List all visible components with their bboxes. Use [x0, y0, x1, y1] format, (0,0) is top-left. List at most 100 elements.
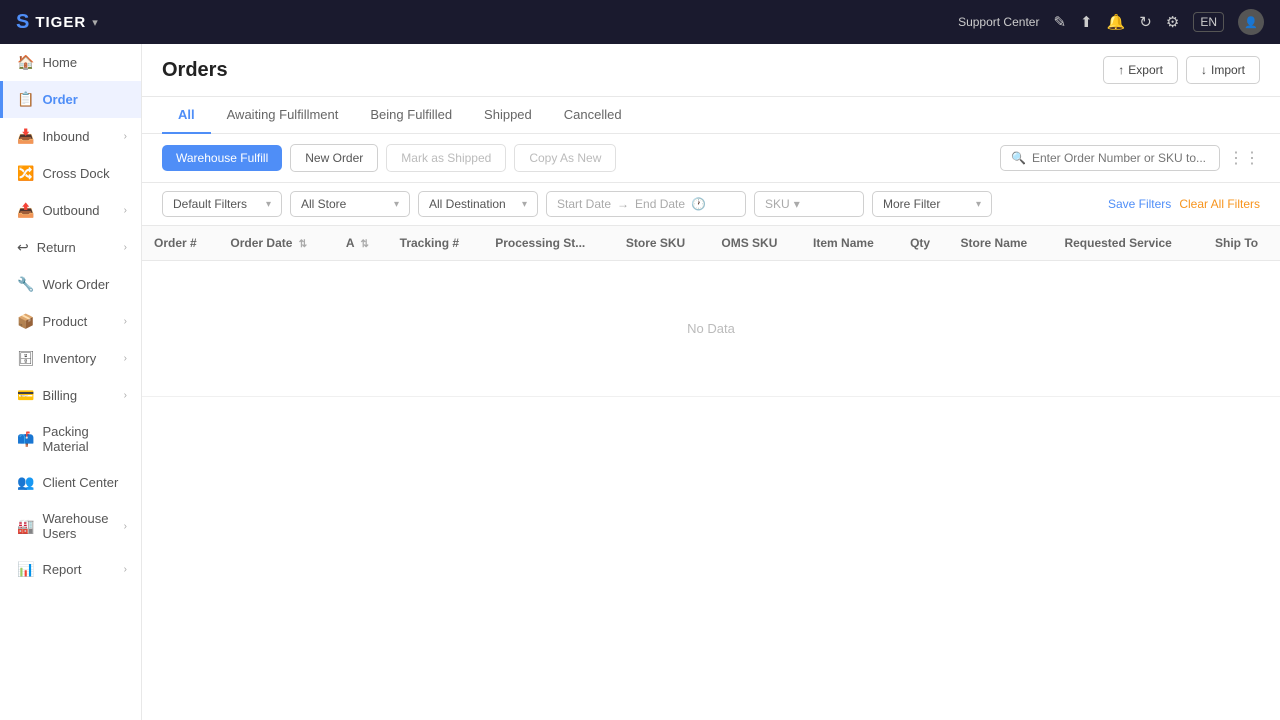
- chevron-down-icon: ›: [124, 316, 127, 327]
- page-title: Orders: [162, 59, 228, 82]
- chevron-down-icon: ›: [124, 564, 127, 575]
- sidebar-item-label: Billing: [42, 388, 77, 403]
- inbound-icon: 📥: [17, 128, 34, 145]
- end-date-placeholder: End Date: [635, 197, 685, 211]
- export-button[interactable]: ↑ Export: [1103, 56, 1178, 84]
- date-separator: →: [617, 197, 629, 211]
- warehouse-fulfill-button[interactable]: Warehouse Fulfill: [162, 145, 282, 171]
- copy-as-new-button[interactable]: Copy As New: [514, 144, 616, 172]
- sidebar-item-order[interactable]: 📋 Order: [0, 81, 141, 118]
- gear-icon[interactable]: ⚙: [1166, 13, 1179, 31]
- default-filter-select[interactable]: Default Filters ▾: [162, 191, 282, 217]
- col-requested-service: Requested Service: [1052, 226, 1203, 261]
- sidebar-item-home[interactable]: 🏠 Home: [0, 44, 141, 81]
- mark-as-shipped-button[interactable]: Mark as Shipped: [386, 144, 506, 172]
- export-icon[interactable]: ⬆: [1080, 13, 1093, 31]
- sidebar-item-billing[interactable]: 💳 Billing ›: [0, 377, 141, 414]
- sidebar-item-label: Work Order: [42, 277, 109, 292]
- packing-icon: 📫: [17, 431, 34, 448]
- col-a[interactable]: A ⇅: [334, 226, 388, 261]
- edit-icon[interactable]: ✎: [1053, 13, 1066, 31]
- sidebar-item-product[interactable]: 📦 Product ›: [0, 303, 141, 340]
- sidebar-item-label: Home: [42, 55, 77, 70]
- bell-icon[interactable]: 🔔: [1107, 13, 1126, 31]
- chevron-down-icon: ›: [124, 131, 127, 142]
- sidebar-item-cross-dock[interactable]: 🔀 Cross Dock: [0, 155, 141, 192]
- sidebar-item-packing-material[interactable]: 📫 Packing Material: [0, 414, 141, 464]
- sidebar-item-label: Inventory: [43, 351, 96, 366]
- col-order-date[interactable]: Order Date ⇅: [218, 226, 333, 261]
- refresh-icon[interactable]: ↻: [1139, 13, 1152, 31]
- main-content: Orders ↑ Export ↓ Import All Awaiting Fu…: [142, 44, 1280, 720]
- more-filter-select[interactable]: More Filter ▾: [872, 191, 992, 217]
- order-icon: 📋: [17, 91, 34, 108]
- filter-label: Default Filters: [173, 197, 247, 211]
- filter-actions: Save Filters Clear All Filters: [1108, 197, 1260, 211]
- chevron-down-icon: ▾: [522, 199, 527, 210]
- table-container: Order # Order Date ⇅ A ⇅ Tracking #: [142, 226, 1280, 720]
- col-store-name: Store Name: [949, 226, 1053, 261]
- tab-awaiting-fulfillment[interactable]: Awaiting Fulfillment: [211, 97, 355, 134]
- avatar[interactable]: 👤: [1238, 9, 1264, 35]
- calendar-icon: 🕐: [691, 197, 706, 211]
- search-box[interactable]: 🔍: [1000, 145, 1220, 171]
- save-filters-link[interactable]: Save Filters: [1108, 197, 1171, 211]
- col-tracking: Tracking #: [388, 226, 484, 261]
- orders-table: Order # Order Date ⇅ A ⇅ Tracking #: [142, 226, 1280, 397]
- sidebar-item-label: Return: [37, 240, 76, 255]
- page-header: Orders ↑ Export ↓ Import: [142, 44, 1280, 97]
- product-icon: 📦: [17, 313, 34, 330]
- tab-cancelled[interactable]: Cancelled: [548, 97, 638, 134]
- tab-all[interactable]: All: [162, 97, 211, 134]
- sidebar-item-inbound[interactable]: 📥 Inbound ›: [0, 118, 141, 155]
- sidebar-item-work-order[interactable]: 🔧 Work Order: [0, 266, 141, 303]
- sidebar-item-warehouse-users[interactable]: 🏭 Warehouse Users ›: [0, 501, 141, 551]
- tabs-bar: All Awaiting Fulfillment Being Fulfilled…: [142, 97, 1280, 134]
- col-order-num: Order #: [142, 226, 218, 261]
- date-filter[interactable]: Start Date → End Date 🕐: [546, 191, 746, 217]
- clear-all-filters-link[interactable]: Clear All Filters: [1179, 197, 1260, 211]
- col-processing-st: Processing St...: [483, 226, 614, 261]
- sidebar-item-client-center[interactable]: 👥 Client Center: [0, 464, 141, 501]
- tab-being-fulfilled[interactable]: Being Fulfilled: [354, 97, 468, 134]
- search-input[interactable]: [1032, 151, 1209, 165]
- import-button[interactable]: ↓ Import: [1186, 56, 1260, 84]
- brand-chevron-icon[interactable]: ▾: [92, 16, 98, 29]
- language-selector[interactable]: EN: [1193, 12, 1224, 32]
- sidebar-item-outbound[interactable]: 📤 Outbound ›: [0, 192, 141, 229]
- tab-shipped[interactable]: Shipped: [468, 97, 548, 134]
- search-icon: 🔍: [1011, 151, 1026, 165]
- outbound-icon: 📤: [17, 202, 34, 219]
- support-center-link[interactable]: Support Center: [958, 15, 1039, 29]
- chevron-down-icon: ›: [124, 390, 127, 401]
- toolbar: Warehouse Fulfill New Order Mark as Ship…: [142, 134, 1280, 183]
- sku-label: SKU: [765, 197, 790, 211]
- chevron-down-icon: ▾: [794, 197, 800, 211]
- warehouse-icon: 🏭: [17, 518, 34, 535]
- topnav-right: Support Center ✎ ⬆ 🔔 ↻ ⚙ EN 👤: [958, 9, 1264, 35]
- chevron-down-icon: ›: [124, 205, 127, 216]
- header-actions: ↑ Export ↓ Import: [1103, 56, 1260, 84]
- sidebar-item-report[interactable]: 📊 Report ›: [0, 551, 141, 588]
- chevron-down-icon: ▾: [976, 199, 981, 210]
- sidebar-item-label: Order: [42, 92, 77, 107]
- grid-columns-icon[interactable]: ⋮⋮: [1228, 148, 1260, 168]
- col-qty: Qty: [898, 226, 948, 261]
- sort-icon: ⇅: [299, 239, 307, 250]
- destination-label: All Destination: [429, 197, 506, 211]
- col-ship-to: Ship To: [1203, 226, 1280, 261]
- new-order-button[interactable]: New Order: [290, 144, 378, 172]
- sort-icon: ⇅: [360, 239, 368, 250]
- sidebar-item-return[interactable]: ↩ Return ›: [0, 229, 141, 266]
- sidebar-item-label: Client Center: [42, 475, 118, 490]
- filters-row: Default Filters ▾ All Store ▾ All Destin…: [142, 183, 1280, 226]
- table-body: No Data: [142, 261, 1280, 397]
- sidebar-item-inventory[interactable]: 🗄 Inventory ›: [0, 340, 141, 377]
- inventory-icon: 🗄: [17, 350, 35, 367]
- store-filter-select[interactable]: All Store ▾: [290, 191, 410, 217]
- destination-filter-select[interactable]: All Destination ▾: [418, 191, 538, 217]
- chevron-down-icon: ▾: [266, 199, 271, 210]
- chevron-down-icon: ▾: [394, 199, 399, 210]
- sidebar: 🏠 Home 📋 Order 📥 Inbound › 🔀 Cross Dock …: [0, 44, 142, 720]
- sku-filter-select[interactable]: SKU ▾: [754, 191, 864, 217]
